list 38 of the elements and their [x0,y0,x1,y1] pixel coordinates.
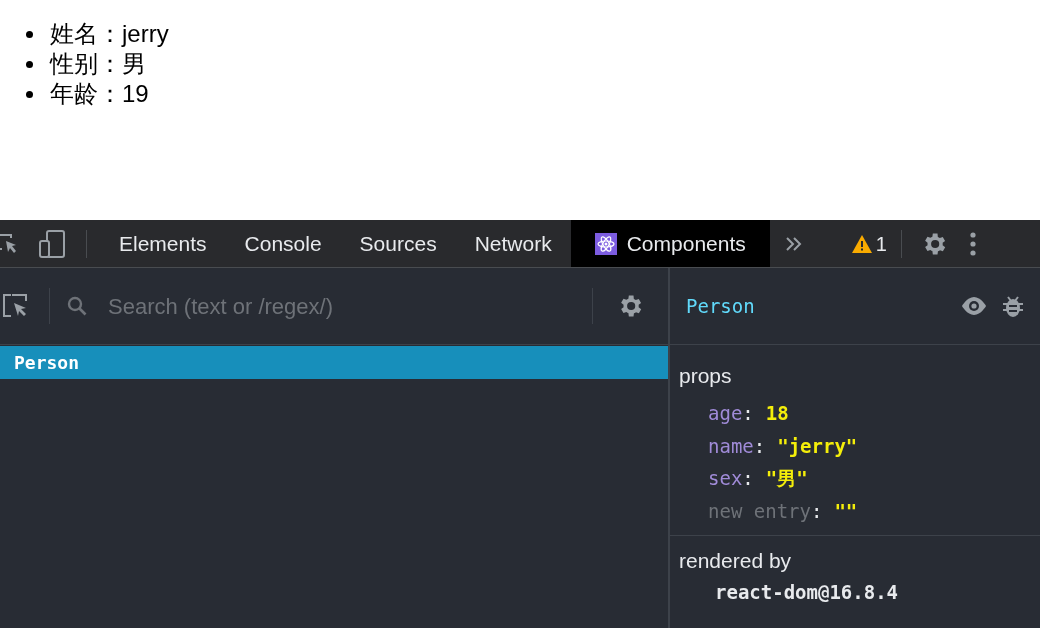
more-tabs-icon[interactable] [785,236,802,251]
colon: : [810,498,823,524]
device-icon[interactable] [38,228,66,259]
prop-value[interactable]: "男" [765,464,808,493]
warning-icon[interactable] [851,234,872,253]
tab[interactable]: Network [455,220,571,267]
list-item: 性别：男 [50,49,146,79]
colon: : [753,433,766,459]
select-element-icon[interactable] [3,293,29,319]
colon: : [742,401,754,426]
prop-key: age [708,399,743,428]
prop-key: name [708,431,754,460]
prop-key: sex [708,464,743,493]
bullet-icon [26,60,33,68]
eye-icon[interactable] [960,296,988,316]
more-menu-icon[interactable] [969,231,976,256]
prop-value[interactable]: "jerry" [777,431,858,460]
prop-value[interactable]: "" [834,496,858,525]
renderer-label: react-dom@16.8.4 [714,580,900,605]
tab[interactable]: Elements [100,220,226,267]
tree-item[interactable]: Person [0,346,668,379]
search-field[interactable]: Search (text or /regex/) [108,289,568,323]
search-icon [66,295,88,317]
bullet-icon [26,30,33,38]
colon: : [742,466,754,491]
component-name: Person [686,293,755,319]
atom-icon [594,232,617,255]
list-item: 年龄：19 [50,79,149,109]
tab[interactable]: Console [225,220,341,267]
section-title: props [679,363,733,389]
section-title: rendered by [679,548,793,574]
prop-value[interactable]: 18 [765,399,789,428]
warning-count[interactable]: 1 [875,228,887,259]
bullet-icon [26,90,33,98]
tab[interactable]: Components [570,220,770,267]
tab[interactable]: Sources [340,220,456,267]
bug-icon[interactable] [1002,294,1024,318]
list-item: 姓名：jerry [50,19,169,49]
